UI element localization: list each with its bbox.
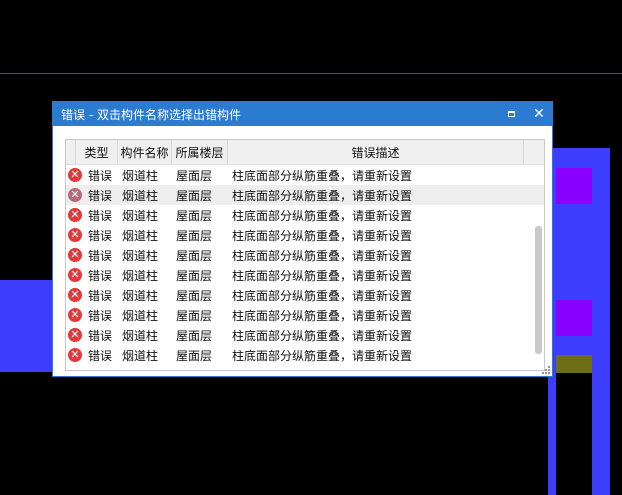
canvas-red-line	[0, 73, 622, 74]
cell-type: ✕ 错误	[66, 167, 118, 184]
error-table[interactable]: 类型 构件名称 所属楼层 错误描述 ✕ 错误 烟道柱 屋面层 柱底面部分纵筋重叠，请重新…	[65, 139, 545, 371]
cell-floor: 屋面层	[176, 288, 213, 303]
cell-component-name[interactable]: 烟道柱	[118, 327, 172, 344]
cell-floor: 屋面层	[176, 348, 213, 363]
cell-description: 柱底面部分纵筋重叠，请重新设置	[232, 188, 413, 203]
header-type[interactable]: 类型	[76, 140, 118, 164]
table-row[interactable]: ✕ 错误 烟道柱 屋面层 柱底面部分纵筋重叠，请重新设置	[66, 205, 544, 225]
cell-type-label: 错误	[88, 208, 113, 223]
dialog-title: 错误 - 双击构件名称选择出错构件	[61, 107, 241, 122]
error-icon: ✕	[68, 328, 82, 342]
cell-floor: 屋面层	[176, 208, 213, 223]
table-header: 类型 构件名称 所属楼层 错误描述	[66, 140, 544, 165]
canvas-black-strip	[556, 373, 592, 495]
cell-type-label: 错误	[88, 248, 113, 263]
cell-type-label: 错误	[88, 348, 113, 363]
window-controls: ✕	[504, 107, 546, 121]
cell-component-name[interactable]: 烟道柱	[118, 287, 172, 304]
canvas-olive-block	[556, 355, 592, 373]
cell-type: ✕ 错误	[66, 347, 118, 364]
cell-type-label: 错误	[88, 188, 113, 203]
cell-component-name[interactable]: 烟道柱	[118, 347, 172, 364]
cell-description: 柱底面部分纵筋重叠，请重新设置	[232, 208, 413, 223]
cell-description: 柱底面部分纵筋重叠，请重新设置	[232, 228, 413, 243]
canvas-purple-block-top	[556, 168, 592, 204]
maximize-icon	[507, 111, 515, 117]
cell-component-name[interactable]: 烟道柱	[118, 307, 172, 324]
cell-component-name[interactable]: 烟道柱	[118, 227, 172, 244]
canvas-blue-block-left	[0, 280, 60, 372]
table-row[interactable]: ✕ 错误 烟道柱 屋面层 柱底面部分纵筋重叠，请重新设置	[66, 305, 544, 325]
cell-type: ✕ 错误	[66, 287, 118, 304]
error-icon: ✕	[68, 268, 82, 282]
cell-description: 柱底面部分纵筋重叠，请重新设置	[232, 348, 413, 363]
cell-floor: 屋面层	[176, 308, 213, 323]
table-row[interactable]: ✕ 错误 烟道柱 屋面层 柱底面部分纵筋重叠，请重新设置	[66, 185, 544, 205]
error-icon: ✕	[68, 348, 82, 362]
table-row[interactable]: ✕ 错误 烟道柱 屋面层 柱底面部分纵筋重叠，请重新设置	[66, 345, 544, 365]
header-component-name[interactable]: 构件名称	[118, 140, 172, 164]
cell-floor: 屋面层	[176, 248, 213, 263]
cell-component-name[interactable]: 烟道柱	[118, 207, 172, 224]
cell-type: ✕ 错误	[66, 267, 118, 284]
error-icon: ✕	[68, 208, 82, 222]
cell-type-label: 错误	[88, 228, 113, 243]
error-dialog: 错误 - 双击构件名称选择出错构件 ✕ 类型 构件名称 所属楼层 错误描述 ✕ 错…	[52, 101, 553, 377]
cell-type-label: 错误	[88, 268, 113, 283]
cell-floor: 屋面层	[176, 268, 213, 283]
table-row[interactable]: ✕ 错误 烟道柱 屋面层 柱底面部分纵筋重叠，请重新设置	[66, 285, 544, 305]
canvas-purple-block-bottom	[556, 300, 592, 336]
cell-type: ✕ 错误	[66, 187, 118, 204]
cell-type-label: 错误	[88, 168, 113, 183]
cell-type: ✕ 错误	[66, 227, 118, 244]
cell-component-name[interactable]: 烟道柱	[118, 167, 172, 184]
cell-description: 柱底面部分纵筋重叠，请重新设置	[232, 248, 413, 263]
error-icon: ✕	[68, 308, 82, 322]
cell-description: 柱底面部分纵筋重叠，请重新设置	[232, 328, 413, 343]
cell-type: ✕ 错误	[66, 207, 118, 224]
header-spacer	[66, 140, 76, 164]
table-row[interactable]: ✕ 错误 烟道柱 屋面层 柱底面部分纵筋重叠，请重新设置	[66, 225, 544, 245]
close-icon: ✕	[533, 106, 545, 122]
resize-grip-icon[interactable]	[542, 366, 550, 374]
table-row[interactable]: ✕ 错误 烟道柱 屋面层 柱底面部分纵筋重叠，请重新设置	[66, 325, 544, 345]
header-floor[interactable]: 所属楼层	[172, 140, 228, 164]
table-row[interactable]: ✕ 错误 烟道柱 屋面层 柱底面部分纵筋重叠，请重新设置	[66, 245, 544, 265]
cell-type-label: 错误	[88, 308, 113, 323]
cell-type: ✕ 错误	[66, 327, 118, 344]
header-description[interactable]: 错误描述	[228, 140, 524, 164]
cell-component-name[interactable]: 烟道柱	[118, 267, 172, 284]
dialog-titlebar[interactable]: 错误 - 双击构件名称选择出错构件 ✕	[53, 102, 552, 126]
cell-description: 柱底面部分纵筋重叠，请重新设置	[232, 168, 413, 183]
cell-type-label: 错误	[88, 328, 113, 343]
cell-description: 柱底面部分纵筋重叠，请重新设置	[232, 288, 413, 303]
table-row[interactable]: ✕ 错误 烟道柱 屋面层 柱底面部分纵筋重叠，请重新设置	[66, 265, 544, 285]
cell-type: ✕ 错误	[66, 247, 118, 264]
maximize-button[interactable]	[504, 107, 518, 121]
cell-floor: 屋面层	[176, 228, 213, 243]
cell-component-name[interactable]: 烟道柱	[118, 247, 172, 264]
cell-floor: 屋面层	[176, 328, 213, 343]
table-body: ✕ 错误 烟道柱 屋面层 柱底面部分纵筋重叠，请重新设置 ✕ 错误 烟道柱 屋面层 柱底面部分纵筋…	[66, 165, 544, 365]
cell-description: 柱底面部分纵筋重叠，请重新设置	[232, 268, 413, 283]
cell-component-name[interactable]: 烟道柱	[118, 187, 172, 204]
cell-floor: 屋面层	[176, 168, 213, 183]
error-icon: ✕	[68, 188, 82, 202]
cell-type-label: 错误	[88, 288, 113, 303]
error-icon: ✕	[68, 168, 82, 182]
close-button[interactable]: ✕	[532, 107, 546, 121]
cell-description: 柱底面部分纵筋重叠，请重新设置	[232, 308, 413, 323]
error-icon: ✕	[68, 228, 82, 242]
vertical-scrollbar[interactable]	[535, 226, 542, 354]
cell-type: ✕ 错误	[66, 307, 118, 324]
table-row[interactable]: ✕ 错误 烟道柱 屋面层 柱底面部分纵筋重叠，请重新设置	[66, 165, 544, 185]
error-icon: ✕	[68, 288, 82, 302]
error-icon: ✕	[68, 248, 82, 262]
cell-floor: 屋面层	[176, 188, 213, 203]
